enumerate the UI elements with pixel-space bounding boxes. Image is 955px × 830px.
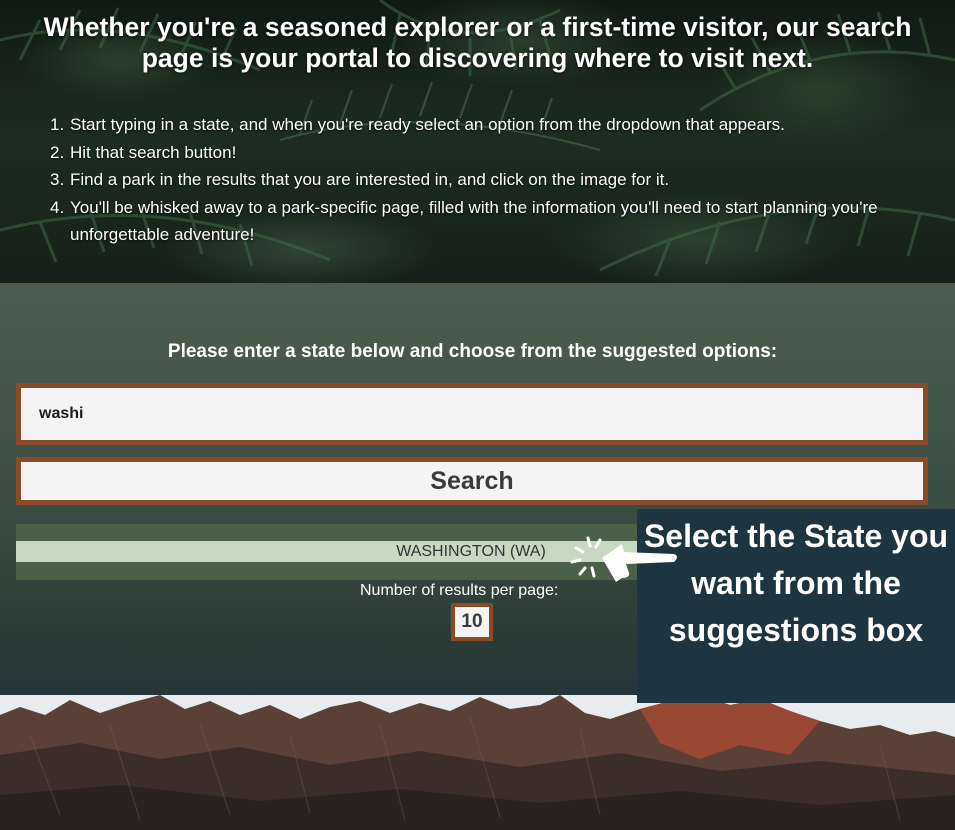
hero-banner: Whether you're a seasoned explorer or a …	[0, 0, 955, 283]
instruction-step: 4. You'll be whisked away to a park-speci…	[50, 197, 878, 245]
instructions-list: 1. Start typing in a state, and when you'…	[50, 111, 890, 249]
instruction-step: 1. Start typing in a state, and when you'…	[50, 115, 785, 134]
pointer-hand-icon	[570, 536, 677, 582]
results-per-page-select[interactable]: 10	[451, 603, 493, 641]
instruction-step: 2. Hit that search button!	[50, 142, 237, 162]
instruction-step: 3. Find a park in the results that you ar…	[50, 170, 670, 189]
search-prompt: Please enter a state below and choose fr…	[167, 341, 778, 362]
mountain-landscape-image	[0, 695, 955, 830]
search-button[interactable]: Search	[16, 457, 928, 505]
results-per-page-label: Number of results per page:	[360, 582, 559, 599]
hero-title: Whether you're a seasoned explorer or a …	[43, 12, 912, 73]
state-search-input[interactable]	[16, 383, 928, 445]
